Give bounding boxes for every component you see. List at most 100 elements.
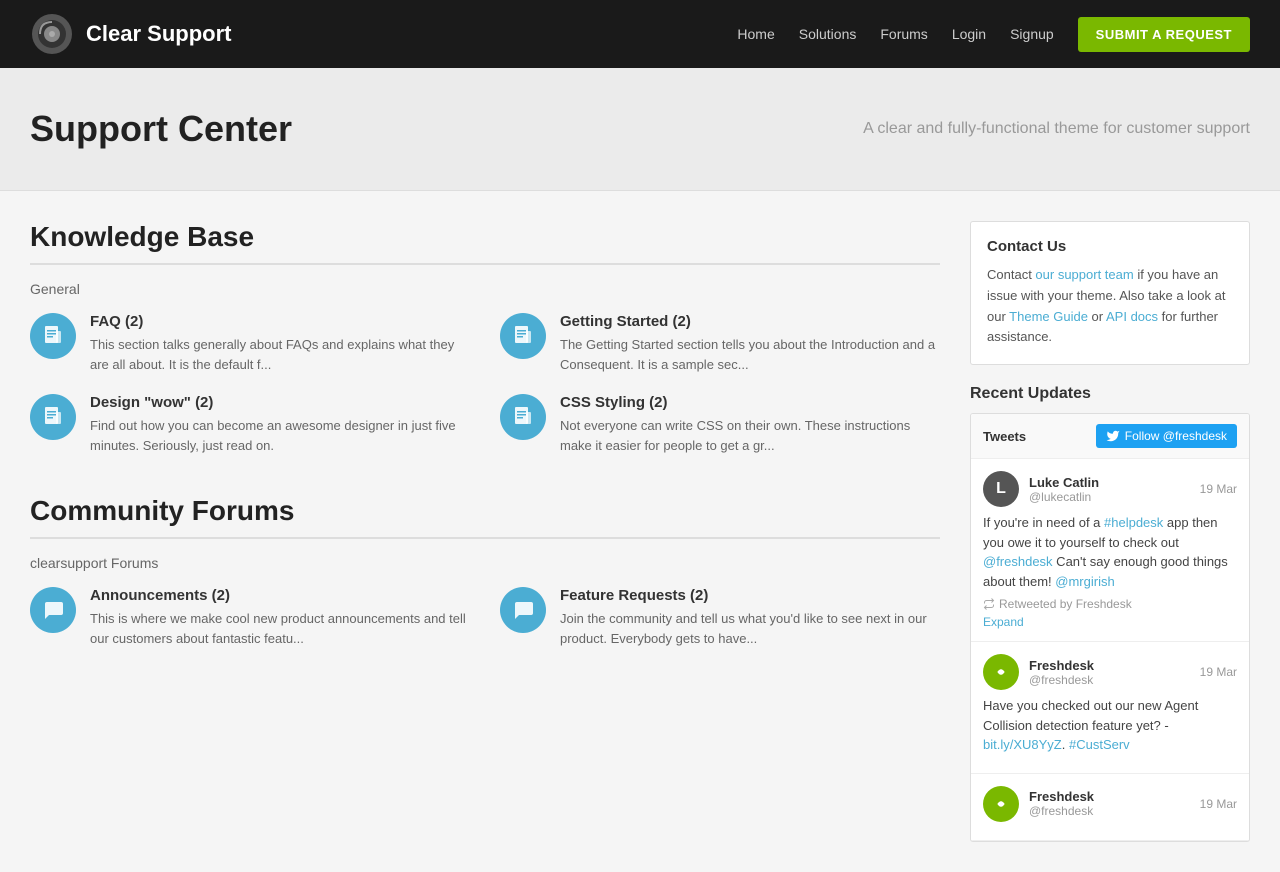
submit-request-button[interactable]: SUBMIT A REQUEST [1078, 17, 1250, 52]
tweet-handle: @freshdesk [1029, 673, 1190, 687]
main-nav: Home Solutions Forums Login Signup SUBMI… [737, 17, 1250, 52]
tweet-avatar [983, 654, 1019, 690]
tweet-user-row: Freshdesk @freshdesk 19 Mar [983, 654, 1237, 690]
logo-text: Clear Support [86, 21, 231, 47]
tweet-user-info: Luke Catlin @lukecatlin [1029, 475, 1190, 504]
forum-item: Feature Requests (2) Join the community … [500, 587, 940, 648]
follow-label: Follow @freshdesk [1125, 429, 1227, 443]
forums-title: Community Forums [30, 495, 940, 527]
kb-subsection: General [30, 281, 940, 297]
forum-item-title[interactable]: Announcements (2) [90, 587, 470, 604]
tweets-label: Tweets [983, 429, 1026, 444]
content-area: Knowledge Base General FAQ (2) This sect… [30, 221, 970, 842]
nav-solutions[interactable]: Solutions [799, 26, 857, 42]
kb-item-desc: Not everyone can write CSS on their own.… [560, 416, 940, 455]
tweet-item: Freshdesk @freshdesk 19 Mar [971, 774, 1249, 841]
tweet-avatar [983, 786, 1019, 822]
tweet-item: Freshdesk @freshdesk 19 Mar Have you che… [971, 642, 1249, 774]
contact-us-title: Contact Us [987, 238, 1233, 255]
nav-signup[interactable]: Signup [1010, 26, 1054, 42]
page-title: Support Center [30, 108, 640, 150]
forum-item-title[interactable]: Feature Requests (2) [560, 587, 940, 604]
kb-item: FAQ (2) This section talks generally abo… [30, 313, 470, 374]
kb-item-desc: The Getting Started section tells you ab… [560, 335, 940, 374]
tweet-retweet: Retweeted by Freshdesk [983, 597, 1237, 611]
kb-item: Design "wow" (2) Find out how you can be… [30, 394, 470, 455]
forum-icon-announcements [30, 587, 76, 633]
nav-home[interactable]: Home [737, 26, 774, 42]
contact-text-before: Contact [987, 267, 1035, 282]
tweet-text: If you're in need of a #helpdesk app the… [983, 513, 1237, 591]
forum-item-content: Announcements (2) This is where we make … [90, 587, 470, 648]
kb-icon-getting-started [500, 313, 546, 359]
mention-mrgirish[interactable]: @mrgirish [1055, 574, 1114, 589]
tweet-date: 19 Mar [1200, 665, 1237, 679]
main-content: Knowledge Base General FAQ (2) This sect… [0, 191, 1280, 872]
site-header: Clear Support Home Solutions Forums Logi… [0, 0, 1280, 68]
mention-freshdesk[interactable]: @freshdesk [983, 554, 1053, 569]
community-forums-section: Community Forums clearsupport Forums Ann… [30, 495, 940, 648]
tweet-name: Freshdesk [1029, 658, 1190, 673]
nav-forums[interactable]: Forums [880, 26, 927, 42]
kb-item-title[interactable]: CSS Styling (2) [560, 394, 940, 411]
forums-grid: Announcements (2) This is where we make … [30, 587, 940, 648]
hero-section: Support Center A clear and fully-functio… [0, 68, 1280, 191]
recent-updates-section: Recent Updates Tweets Follow @freshdesk … [970, 385, 1250, 842]
kb-title: Knowledge Base [30, 221, 940, 253]
tweet-date: 19 Mar [1200, 797, 1237, 811]
kb-item: Getting Started (2) The Getting Started … [500, 313, 940, 374]
kb-item-desc: This section talks generally about FAQs … [90, 335, 470, 374]
kb-grid: FAQ (2) This section talks generally abo… [30, 313, 940, 455]
tweet-user-info: Freshdesk @freshdesk [1029, 789, 1190, 818]
kb-item: CSS Styling (2) Not everyone can write C… [500, 394, 940, 455]
tweet-user-info: Freshdesk @freshdesk [1029, 658, 1190, 687]
nav-login[interactable]: Login [952, 26, 986, 42]
hero-subtitle: A clear and fully-functional theme for c… [640, 120, 1250, 138]
tweet-name: Luke Catlin [1029, 475, 1190, 490]
expand-link[interactable]: Expand [983, 615, 1237, 629]
forums-divider [30, 537, 940, 539]
kb-item-content: CSS Styling (2) Not everyone can write C… [560, 394, 940, 455]
tweets-header: Tweets Follow @freshdesk [971, 414, 1249, 459]
kb-item-content: Design "wow" (2) Find out how you can be… [90, 394, 470, 455]
contact-text-or: or [1088, 309, 1106, 324]
recent-updates-title: Recent Updates [970, 385, 1250, 403]
tweet-handle: @freshdesk [1029, 804, 1190, 818]
api-docs-link[interactable]: API docs [1106, 309, 1158, 324]
forum-item-desc: Join the community and tell us what you'… [560, 609, 940, 648]
contact-us-card: Contact Us Contact our support team if y… [970, 221, 1250, 365]
kb-icon-design [30, 394, 76, 440]
tweet-user-row: Freshdesk @freshdesk 19 Mar [983, 786, 1237, 822]
tweet-handle: @lukecatlin [1029, 490, 1190, 504]
forum-item: Announcements (2) This is where we make … [30, 587, 470, 648]
theme-guide-link[interactable]: Theme Guide [1009, 309, 1088, 324]
tweet-name: Freshdesk [1029, 789, 1190, 804]
knowledge-base-section: Knowledge Base General FAQ (2) This sect… [30, 221, 940, 455]
kb-item-content: Getting Started (2) The Getting Started … [560, 313, 940, 374]
logo-icon [30, 12, 74, 56]
tweet-user-row: L Luke Catlin @lukecatlin 19 Mar [983, 471, 1237, 507]
sidebar: Contact Us Contact our support team if y… [970, 221, 1250, 842]
kb-divider [30, 263, 940, 265]
follow-button[interactable]: Follow @freshdesk [1096, 424, 1237, 448]
contact-us-text: Contact our support team if you have an … [987, 265, 1233, 348]
kb-icon-css [500, 394, 546, 440]
kb-item-desc: Find out how you can become an awesome d… [90, 416, 470, 455]
tweets-card: Tweets Follow @freshdesk L Luke Catlin @… [970, 413, 1250, 842]
kb-item-title[interactable]: FAQ (2) [90, 313, 470, 330]
hashtag-helpdesk[interactable]: #helpdesk [1104, 515, 1163, 530]
forums-subsection: clearsupport Forums [30, 555, 940, 571]
forum-icon-features [500, 587, 546, 633]
kb-item-title[interactable]: Design "wow" (2) [90, 394, 470, 411]
support-team-link[interactable]: our support team [1035, 267, 1133, 282]
kb-icon-faq [30, 313, 76, 359]
tweet-item: L Luke Catlin @lukecatlin 19 Mar If you'… [971, 459, 1249, 642]
logo-area: Clear Support [30, 12, 737, 56]
hashtag-custserv[interactable]: #CustServ [1069, 737, 1130, 752]
kb-item-title[interactable]: Getting Started (2) [560, 313, 940, 330]
retweet-label: Retweeted by Freshdesk [999, 597, 1132, 611]
tweet-date: 19 Mar [1200, 482, 1237, 496]
tweet-url[interactable]: bit.ly/XU8YyZ [983, 737, 1062, 752]
tweet-text: Have you checked out our new Agent Colli… [983, 696, 1237, 755]
forum-item-content: Feature Requests (2) Join the community … [560, 587, 940, 648]
